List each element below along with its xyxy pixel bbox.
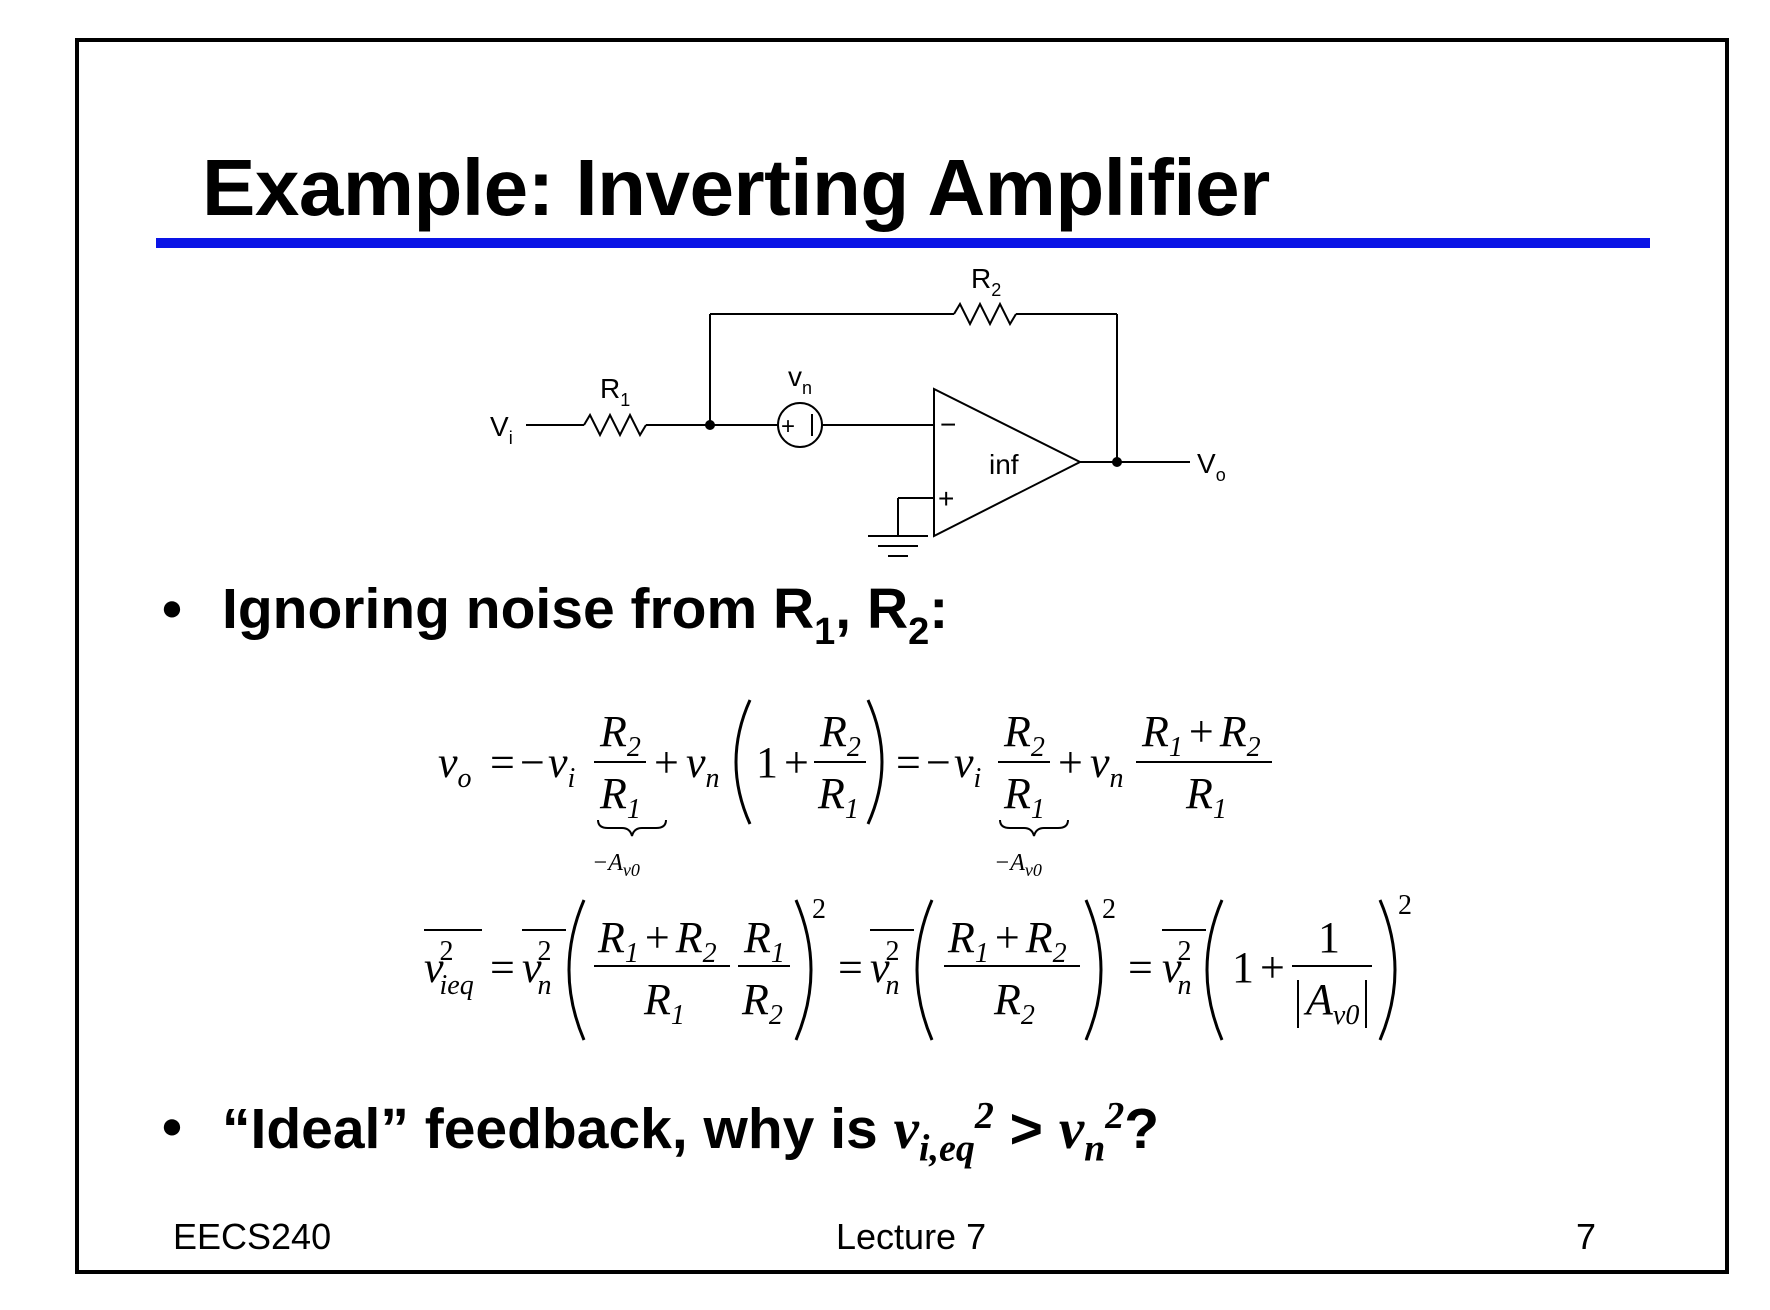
eq2-outer-sup-2: 2: [1102, 894, 1116, 925]
eq2-equals-2: =: [838, 943, 863, 992]
eq2-num-sum-1: R1 + R2: [597, 913, 717, 969]
eq2-outer-sup-1: 2: [812, 894, 826, 925]
eq2-vn-3: v2 n: [1162, 936, 1192, 1001]
eq2-vn-1: v2 n: [522, 936, 552, 1001]
bullet-dot: •: [162, 1095, 182, 1159]
eq2-den-r2b: R2: [993, 975, 1035, 1031]
footer-page-number: 7: [1576, 1216, 1597, 1257]
eq2-abs-A: Av0: [1303, 975, 1359, 1031]
eq2-paren-left-1: [567, 899, 586, 1041]
eq2-outer-sup-3: 2: [1398, 890, 1412, 921]
math-vn: vn2: [1058, 1095, 1125, 1170]
eq2-num-sum-2: R1 + R2: [947, 913, 1067, 969]
eq2-equals-1: =: [490, 943, 515, 992]
eq2-paren-left-2: [915, 899, 934, 1041]
eq2-vieq: v2 ieq: [424, 936, 474, 1001]
eq2-one: 1: [1232, 943, 1254, 992]
footer-lecture: Lecture 7: [836, 1216, 987, 1257]
eq2-paren-right-1: [794, 899, 813, 1041]
eq2-den-r2: R2: [741, 975, 783, 1031]
eq2-paren-right-3: [1378, 899, 1397, 1041]
eq2-den-r1: R1: [643, 975, 685, 1031]
eq2-plus: +: [1260, 943, 1285, 992]
eq2-frac-num-one: 1: [1318, 913, 1340, 962]
math-vieq: vi,eq2: [893, 1095, 994, 1170]
eq2-num-r1: R1: [743, 913, 785, 969]
eq2-paren-left-3: [1205, 899, 1224, 1041]
eq2-paren-right-2: [1084, 899, 1103, 1041]
eq2-equals-3: =: [1128, 943, 1153, 992]
bullet-ideal-feedback: • “Ideal” feedback, why is vi,eq2 > vn2?: [162, 1095, 1160, 1170]
footer-course: EECS240: [173, 1216, 332, 1257]
eq2-vn-2: v2 n: [870, 936, 900, 1001]
